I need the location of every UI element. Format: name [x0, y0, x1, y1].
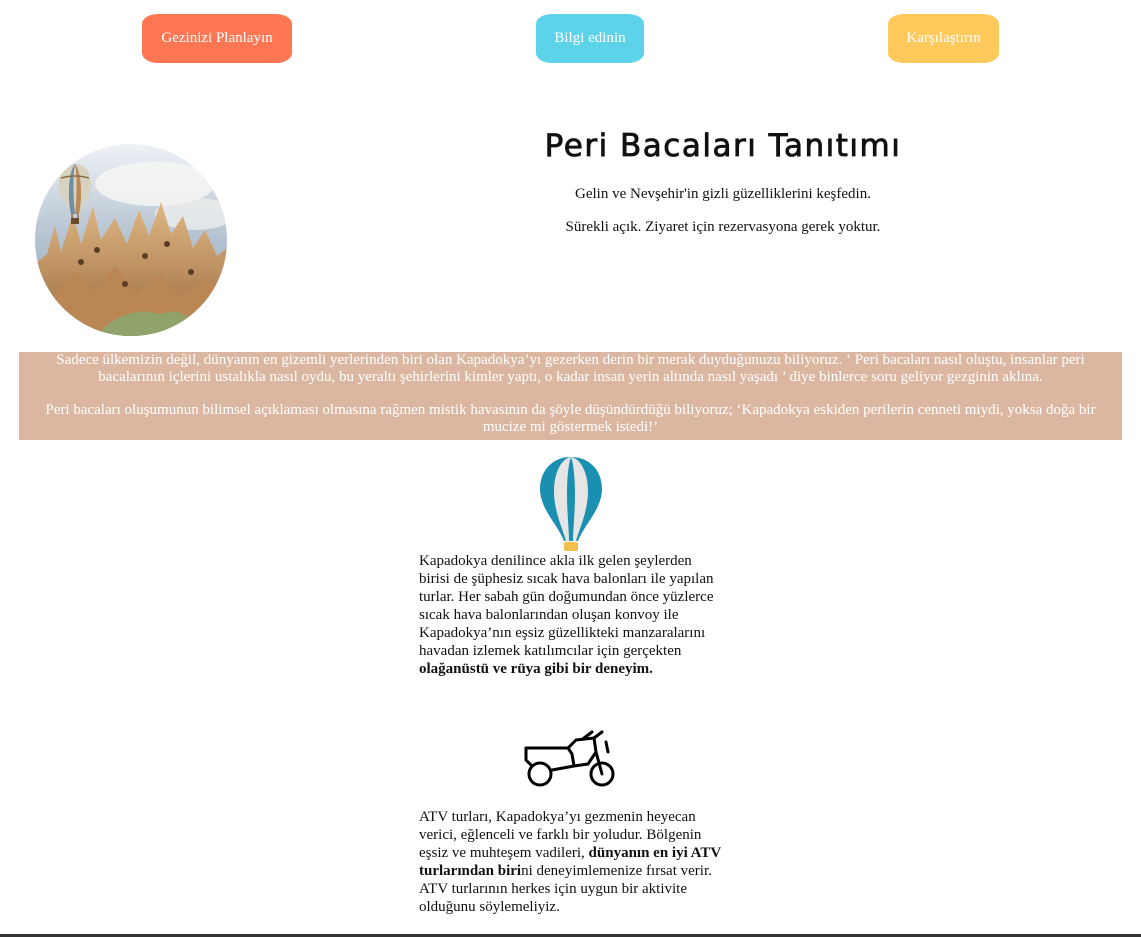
- balloon-highlight: olağanüstü ve rüya gibi bir deneyim.: [419, 661, 653, 677]
- intro-paragraph-2: Peri bacaları oluşumunun bilimsel açıkla…: [45, 402, 1096, 435]
- hero-subtitle: Gelin ve Nevşehir'in gizli güzelliklerin…: [575, 186, 871, 202]
- plan-trip-button[interactable]: Gezinizi Planlayın: [142, 14, 292, 63]
- atv-tour-description: ATV turları, Kapadokya’yı gezmenin heyec…: [419, 809, 721, 915]
- balloon-tour-description: Kapadokya denilince akla ilk gelen şeyle…: [419, 553, 714, 677]
- cappadocia-hero-image: [35, 144, 227, 336]
- intro-band: Sadece ülkemizin değil, dünyanın en gize…: [19, 352, 1122, 440]
- atv-motorcycle-icon: [522, 730, 620, 795]
- intro-paragraph-1: Sadece ülkemizin değil, dünyanın en gize…: [56, 352, 1085, 385]
- hot-air-balloon-icon: [538, 455, 604, 558]
- learn-more-button[interactable]: Bilgi edinin: [536, 14, 644, 63]
- hero-info-text: Sürekli açık. Ziyaret için rezervasyona …: [565, 219, 881, 235]
- compare-button[interactable]: Karşılaştırın: [888, 14, 999, 63]
- page-title: Peri Bacaları Tanıtımı: [544, 128, 902, 165]
